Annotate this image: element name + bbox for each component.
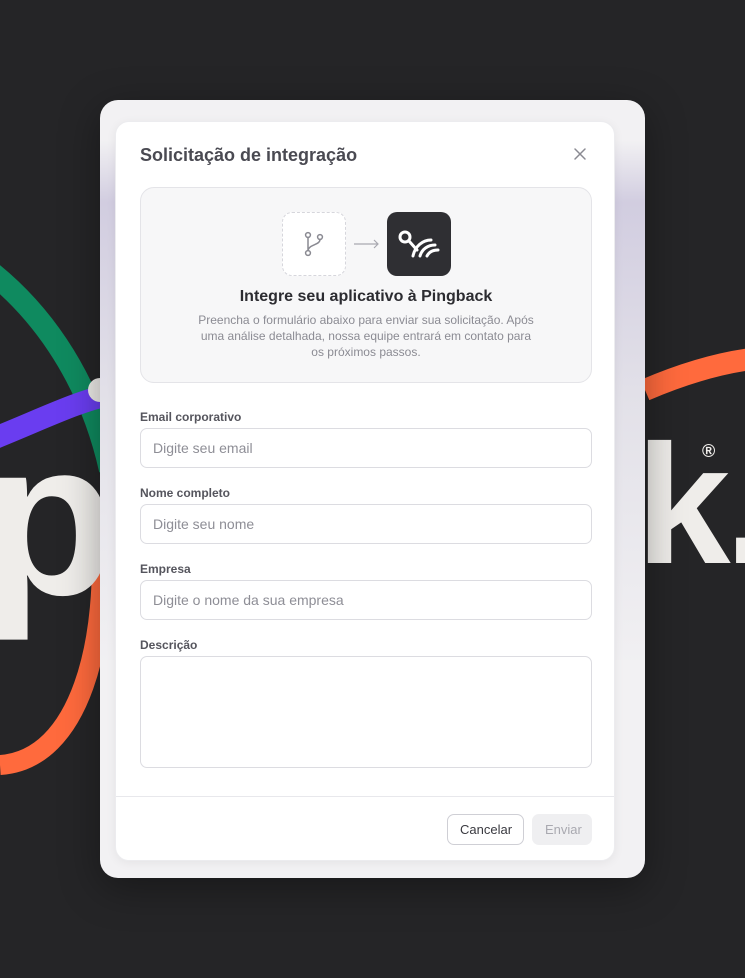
close-icon [574, 148, 586, 160]
pingback-app-tile [387, 212, 451, 276]
hero-title: Integre seu aplicativo à Pingback [239, 288, 493, 305]
dialog-title: Solicitação de integração [140, 145, 358, 165]
company-label: Empresa [140, 562, 191, 576]
git-branch-icon [304, 231, 324, 257]
close-button[interactable] [570, 144, 590, 164]
submit-button[interactable]: Enviar [532, 814, 592, 845]
wordmark-right: k. [636, 410, 745, 600]
name-label: Nome completo [140, 486, 231, 500]
footer-divider [116, 796, 614, 797]
integration-hero: Integre seu aplicativo à Pingback Preenc… [140, 187, 592, 383]
email-field[interactable] [140, 428, 592, 468]
integration-request-dialog: Solicitação de integração Integre seu ap… [115, 121, 615, 861]
company-field[interactable] [140, 580, 592, 620]
description-field[interactable] [140, 656, 592, 768]
source-app-tile [282, 212, 346, 276]
hero-description: Preencha o formulário abaixo para enviar… [198, 313, 534, 359]
cancel-button[interactable]: Cancelar [447, 814, 524, 845]
description-label: Descrição [140, 638, 198, 652]
name-field[interactable] [140, 504, 592, 544]
registered-mark: ® [702, 441, 716, 461]
email-label: Email corporativo [140, 410, 242, 424]
pingback-logo [398, 230, 440, 258]
orange-ring-right [640, 348, 745, 401]
arrow-right-icon [354, 239, 379, 249]
wordmark-left: p [0, 395, 116, 641]
